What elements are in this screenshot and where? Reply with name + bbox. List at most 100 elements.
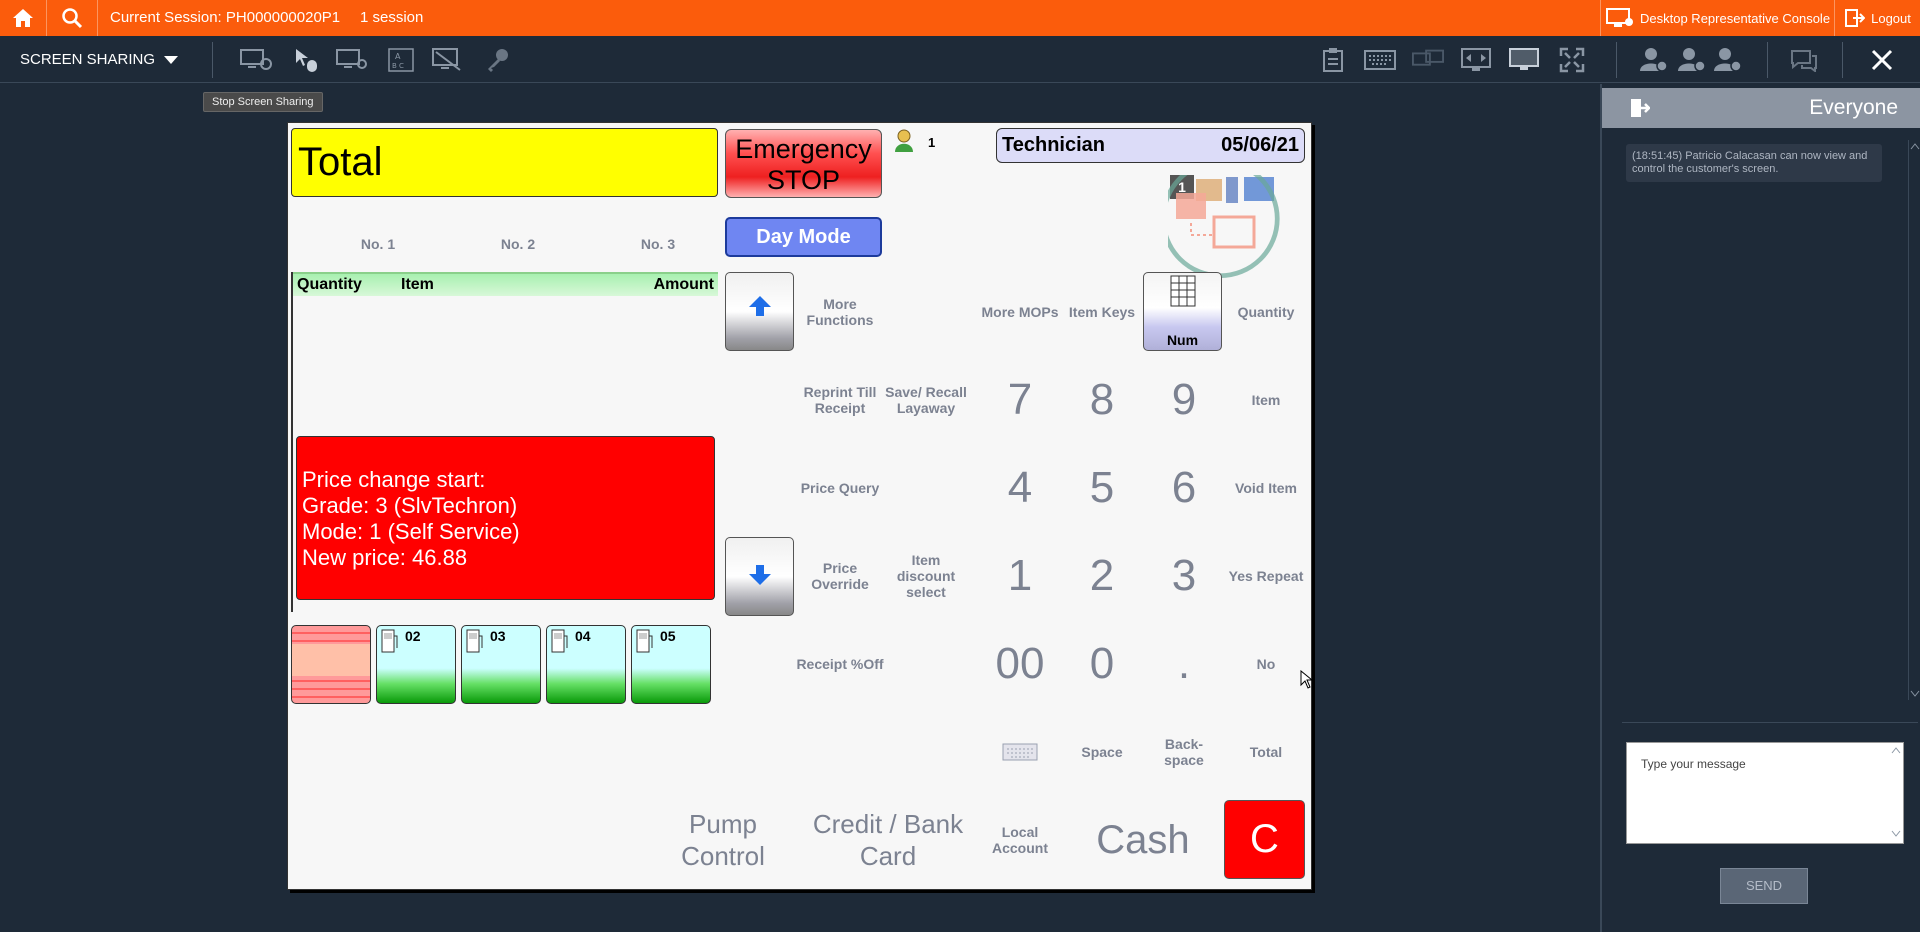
- exit-chat-icon[interactable]: [1630, 98, 1650, 118]
- total-key[interactable]: Total: [1224, 712, 1308, 792]
- quantity-key[interactable]: Quantity: [1224, 272, 1308, 352]
- item-keys-button[interactable]: Item Keys: [1060, 272, 1144, 352]
- fit-screen-button[interactable]: [1460, 46, 1492, 74]
- price-query-button[interactable]: Price Query: [796, 448, 884, 528]
- pump-04-button[interactable]: 04: [546, 625, 626, 704]
- monitor-settings-button[interactable]: [336, 46, 368, 74]
- session-count[interactable]: 1 session: [360, 0, 423, 36]
- price-msg-line: New price: 46.88: [302, 545, 468, 570]
- screen-sharing-menu[interactable]: SCREEN SHARING: [20, 36, 179, 83]
- key-1[interactable]: 1: [980, 536, 1060, 616]
- receipt-off-button[interactable]: Receipt %Off: [796, 624, 884, 704]
- key-3[interactable]: 3: [1144, 536, 1224, 616]
- void-item-key[interactable]: Void Item: [1224, 448, 1308, 528]
- logout-icon: [1845, 9, 1866, 27]
- logout-button[interactable]: Logout: [1836, 0, 1920, 36]
- remove-rep-button[interactable]: [1712, 46, 1744, 74]
- yes-repeat-key[interactable]: Yes Repeat: [1224, 536, 1308, 616]
- clear-button[interactable]: C: [1224, 800, 1305, 879]
- current-session-label[interactable]: Current Session: PH000000020P1: [110, 0, 340, 36]
- save-recall-layaway-button[interactable]: Save/ Recall Layaway: [884, 360, 968, 440]
- keyboard-button[interactable]: [1364, 46, 1396, 74]
- item-key[interactable]: Item: [1224, 360, 1308, 440]
- price-override-button[interactable]: Price Override: [796, 536, 884, 616]
- total-display: Total: [291, 128, 718, 197]
- remote-pos-screen[interactable]: Total Emergency STOP 1 Technician 05/06/…: [287, 122, 1312, 890]
- key-0[interactable]: 0: [1060, 624, 1144, 704]
- blank-screen-button[interactable]: [432, 46, 464, 74]
- chat-button[interactable]: [1788, 46, 1820, 74]
- arrow-up-icon: [749, 296, 771, 316]
- pump-number: 03: [490, 628, 506, 644]
- backspace-key[interactable]: Back- space: [1144, 712, 1224, 792]
- key-9[interactable]: 9: [1144, 360, 1224, 440]
- local-account-button[interactable]: Local Account: [980, 800, 1060, 880]
- search-button[interactable]: [47, 0, 97, 36]
- key-2[interactable]: 2: [1060, 536, 1144, 616]
- tab-no1[interactable]: No. 1: [338, 233, 418, 255]
- key-6[interactable]: 6: [1144, 448, 1224, 528]
- multi-monitor-button[interactable]: [1412, 46, 1444, 74]
- key-8[interactable]: 8: [1060, 360, 1144, 440]
- technician-name: Technician: [1002, 134, 1105, 156]
- date-display: 05/06/21: [1221, 134, 1299, 156]
- desktop-console-label: Desktop Representative Console: [1640, 10, 1831, 26]
- space-key[interactable]: Space: [1060, 712, 1144, 792]
- chat-scrollbar[interactable]: [1908, 140, 1920, 700]
- reprint-till-receipt-button[interactable]: Reprint Till Receipt: [796, 360, 884, 440]
- keyboard-key[interactable]: [980, 712, 1060, 792]
- monitor-gear-icon: [336, 49, 367, 69]
- clipboard-button[interactable]: [1317, 46, 1349, 74]
- scroll-down-button[interactable]: [725, 537, 794, 616]
- chevron-up-icon: [1910, 143, 1920, 150]
- pump-03-button[interactable]: 03: [461, 625, 541, 704]
- operator-icon: [895, 129, 913, 152]
- desktop-console-button[interactable]: Desktop Representative Console: [1602, 0, 1832, 36]
- transfer-session-button[interactable]: [1676, 46, 1708, 74]
- chat-bubbles-icon: [1791, 50, 1817, 72]
- fuel-pump-icon: [636, 629, 653, 653]
- home-button[interactable]: [0, 0, 46, 36]
- item-list-header: Quantity Item Amount: [293, 272, 718, 296]
- day-mode-button[interactable]: Day Mode: [725, 217, 882, 257]
- key-4[interactable]: 4: [980, 448, 1060, 528]
- tab-no2[interactable]: No. 2: [478, 233, 558, 255]
- chat-input-scrollbar[interactable]: [1890, 744, 1902, 842]
- column-amount: Amount: [653, 276, 714, 293]
- pump-01-button[interactable]: [291, 625, 371, 704]
- key-00[interactable]: 00: [980, 624, 1060, 704]
- key-decimal[interactable]: .: [1144, 624, 1224, 704]
- no-key[interactable]: No: [1224, 624, 1308, 704]
- scroll-up-button[interactable]: [725, 272, 794, 351]
- key-7[interactable]: 7: [980, 360, 1060, 440]
- more-mops-button[interactable]: More MOPs: [980, 272, 1060, 352]
- cash-button[interactable]: Cash: [1068, 800, 1218, 880]
- technician-bar: Technician 05/06/21: [996, 128, 1305, 163]
- more-functions-button[interactable]: More Functions: [796, 272, 884, 352]
- chat-message-input[interactable]: Type your message: [1626, 742, 1904, 844]
- fuel-pump-icon: [381, 629, 398, 653]
- fullscreen-icon: [1559, 47, 1585, 73]
- remote-control-button[interactable]: [291, 46, 323, 74]
- send-button[interactable]: SEND: [1720, 868, 1808, 904]
- monitor-icon: [1509, 48, 1539, 70]
- emergency-stop-button[interactable]: Emergency STOP: [725, 129, 882, 198]
- pump-05-button[interactable]: 05: [631, 625, 711, 704]
- invite-rep-button[interactable]: [1638, 46, 1670, 74]
- key-5[interactable]: 5: [1060, 448, 1144, 528]
- end-session-button[interactable]: [1866, 46, 1898, 74]
- num-keypad-button[interactable]: Num: [1143, 272, 1222, 351]
- logout-label: Logout: [1871, 10, 1911, 26]
- pump-02-button[interactable]: 02: [376, 625, 456, 704]
- user-add-icon: [1640, 48, 1668, 72]
- actual-size-button[interactable]: [1508, 46, 1540, 74]
- credit-bank-card-button[interactable]: Credit / Bank Card: [808, 800, 968, 880]
- tab-no3[interactable]: No. 3: [618, 233, 698, 255]
- fullscreen-button[interactable]: [1556, 46, 1588, 74]
- pump-control-button[interactable]: Pump Control: [653, 800, 793, 880]
- user-transfer-icon: [1678, 48, 1706, 72]
- stop-screen-sharing-button[interactable]: [240, 46, 272, 74]
- item-discount-select-button[interactable]: Item discount select: [884, 536, 968, 616]
- credentials-button[interactable]: [482, 46, 514, 74]
- keyboard-layout-button[interactable]: AB C: [385, 46, 417, 74]
